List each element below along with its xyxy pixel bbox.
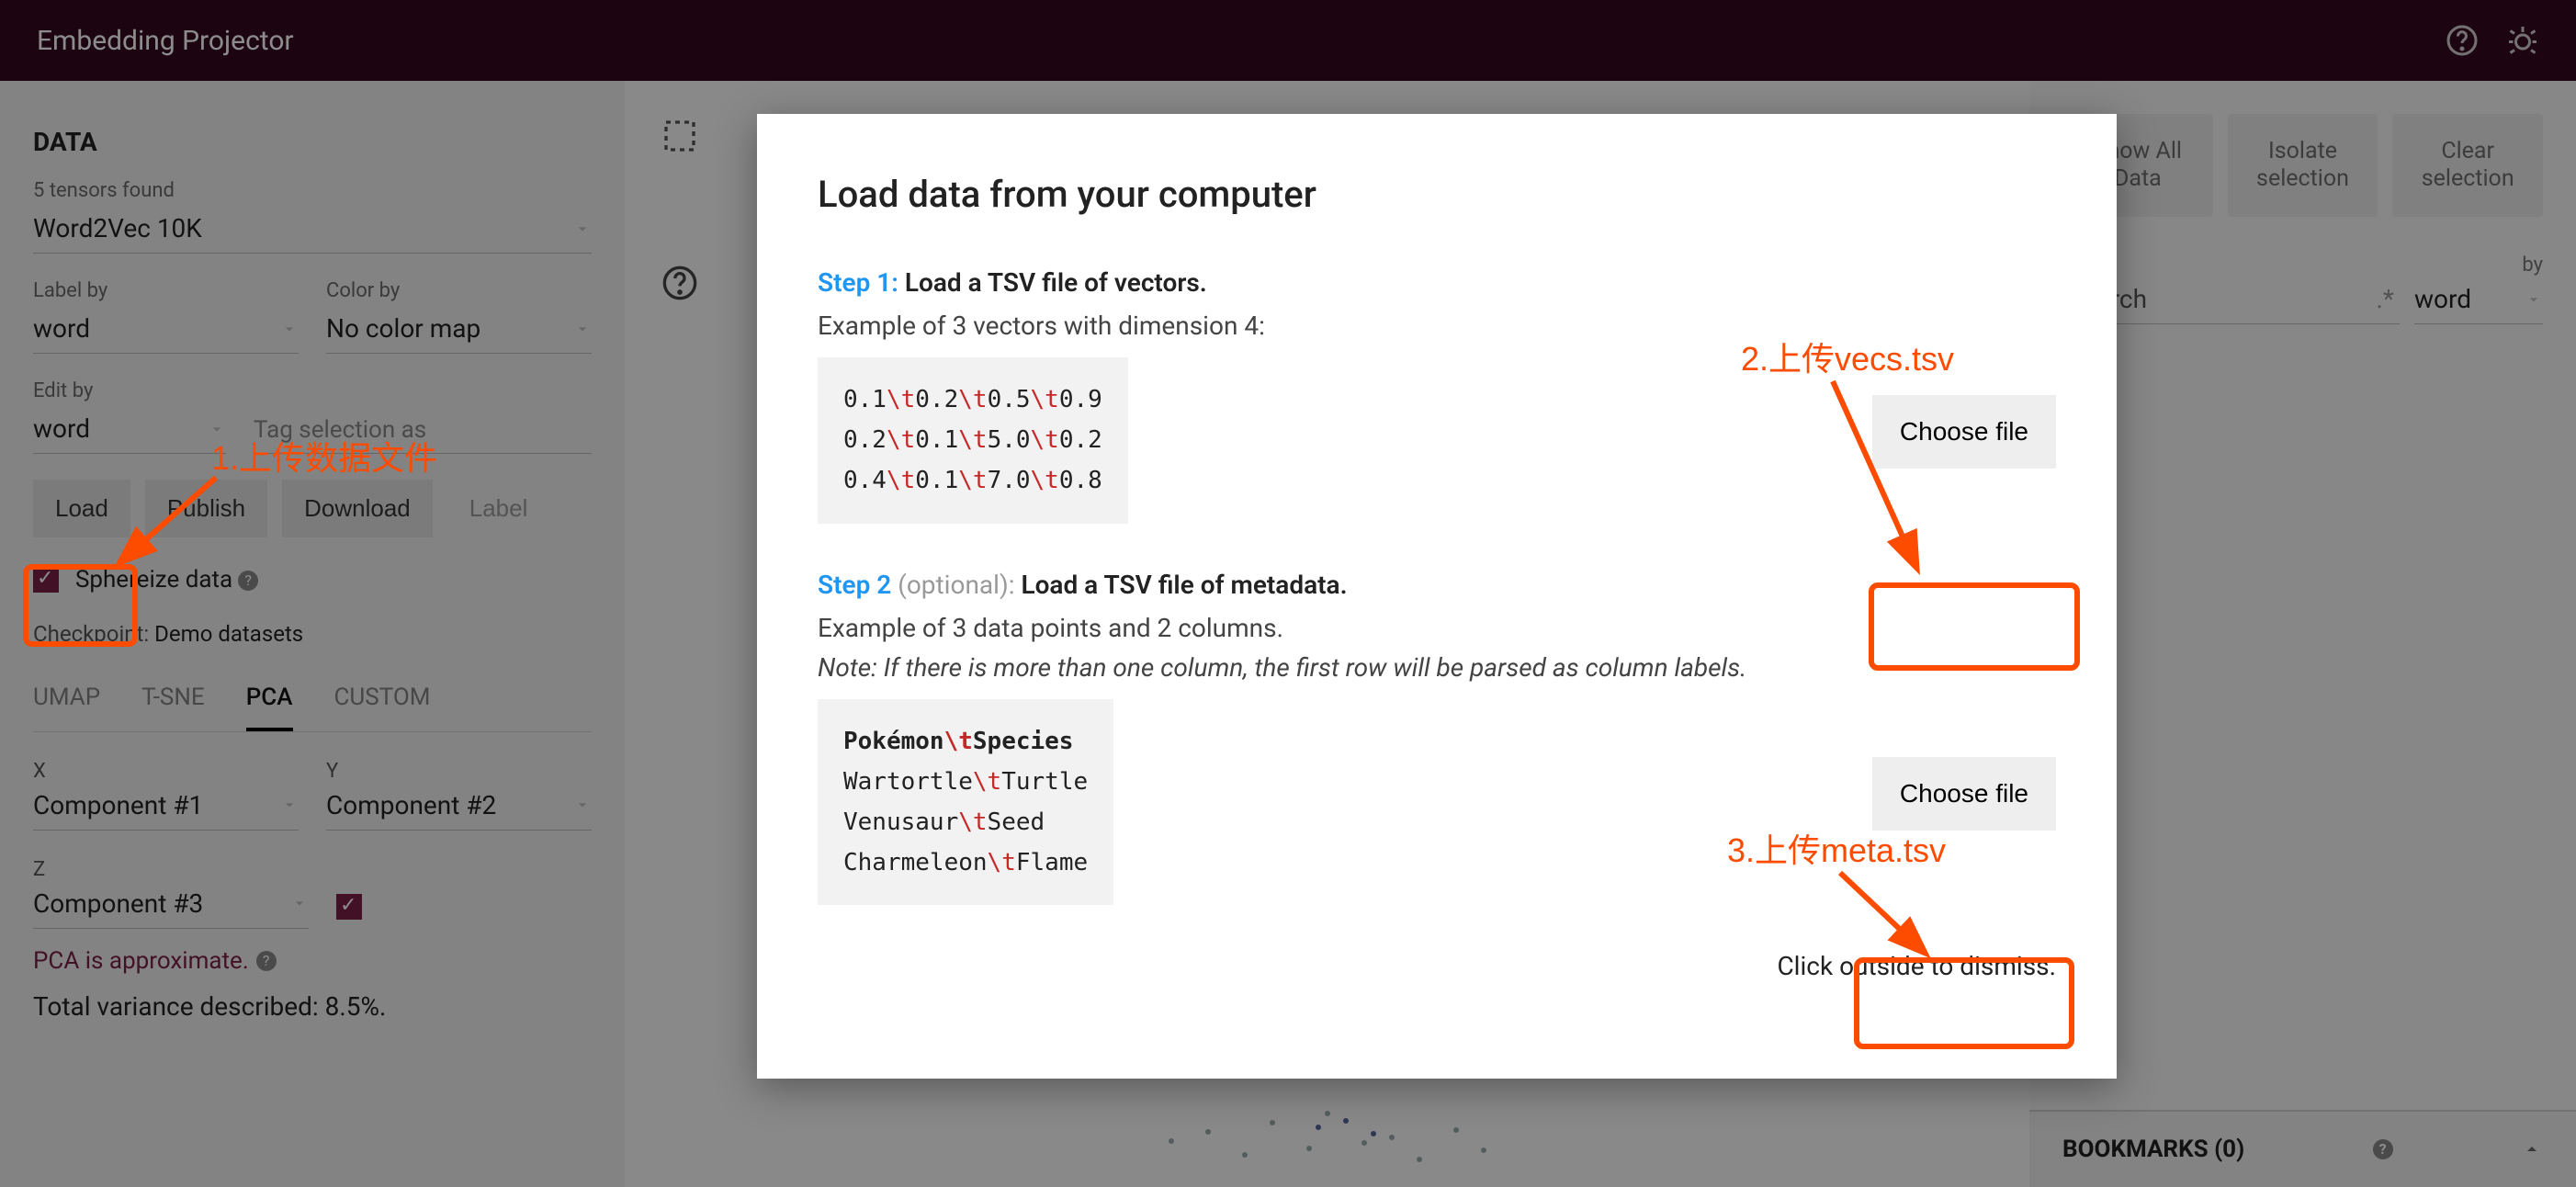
- step2-example-label: Example of 3 data points and 2 columns.: [818, 613, 2056, 643]
- step2-title: Load a TSV file of metadata.: [1021, 570, 1347, 600]
- step1-example-label: Example of 3 vectors with dimension 4:: [818, 311, 2056, 341]
- step1-code: 0.1\t0.2\t0.5\t0.9 0.2\t0.1\t5.0\t0.2 0.…: [818, 357, 1128, 524]
- step2-keyword: Step 2: [818, 570, 891, 600]
- modal-title: Load data from your computer: [818, 173, 2056, 216]
- step1-title: Load a TSV file of vectors.: [905, 267, 1207, 298]
- dismiss-hint: Click outside to dismiss.: [818, 951, 2056, 981]
- load-data-modal: Load data from your computer Step 1: Loa…: [757, 114, 2117, 1079]
- choose-file-metadata-button[interactable]: Choose file: [1872, 757, 2056, 831]
- step2-code: Pokémon\tSpecies Wartortle\tTurtle Venus…: [818, 699, 1113, 906]
- step2-note: Note: If there is more than one column, …: [818, 652, 2056, 683]
- choose-file-vectors-button[interactable]: Choose file: [1872, 395, 2056, 469]
- step2-optional: (optional):: [898, 570, 1014, 600]
- step1-keyword: Step 1:: [818, 267, 898, 298]
